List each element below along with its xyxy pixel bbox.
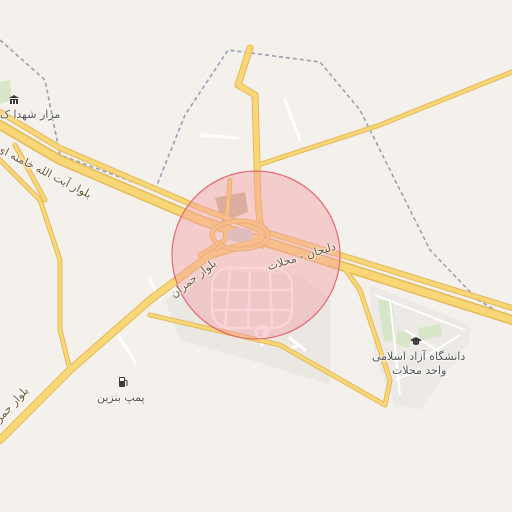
martyrs-cemetery-label[interactable]: مزار شهدا ک [0, 108, 60, 121]
university-label-line2[interactable]: واحد محلات [392, 364, 446, 377]
university-label-line1[interactable]: دانشگاه آزاد اسلامی [372, 350, 465, 363]
map-view[interactable]: مزار شهدا ک بلوار آیت الله خامنه ای دلیج… [0, 0, 512, 512]
museum-icon[interactable] [8, 94, 20, 106]
basemap[interactable] [0, 0, 512, 512]
graduation-cap-icon[interactable] [410, 335, 422, 347]
gas-station-label[interactable]: پمپ بنزین [97, 391, 145, 404]
fuel-pump-icon[interactable] [117, 376, 129, 388]
